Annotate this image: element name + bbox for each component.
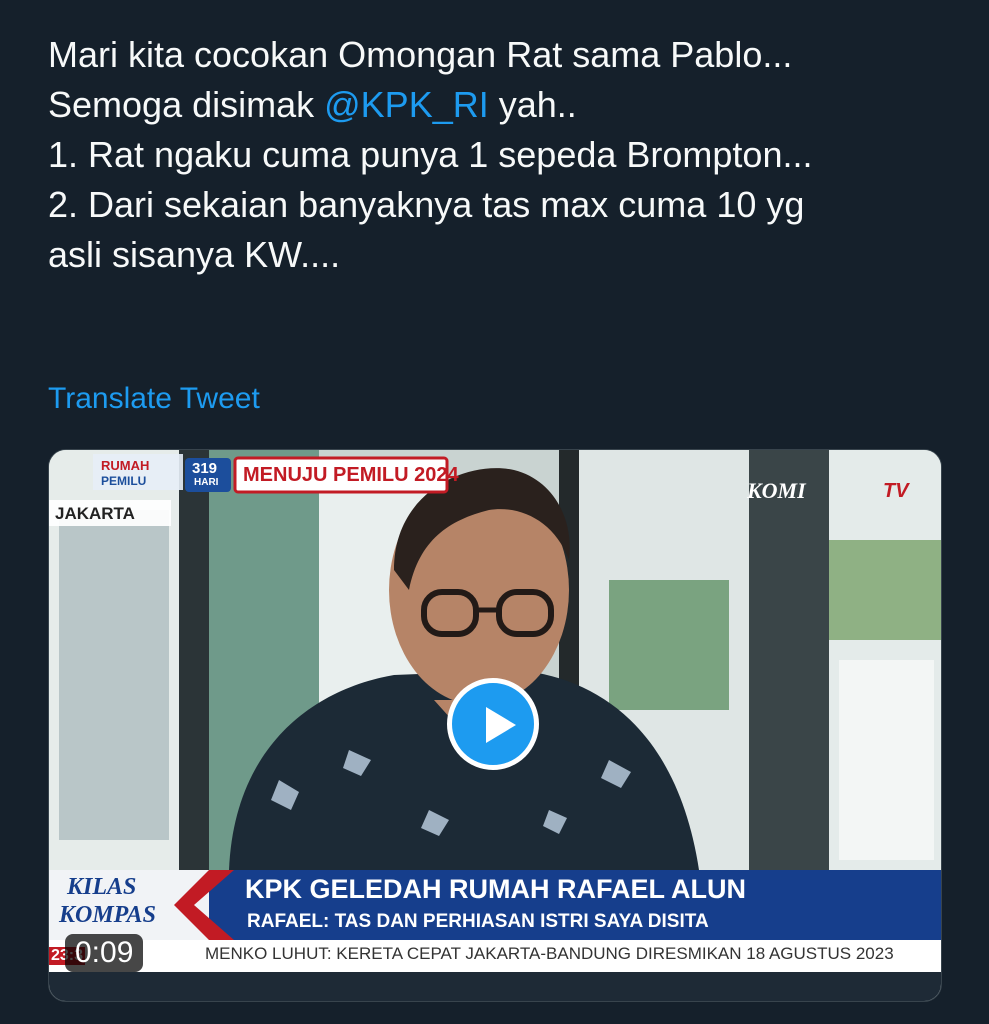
tweet-line: 2. Dari sekaian banyaknya tas max cuma 1… xyxy=(48,184,805,225)
days-count: 319 xyxy=(192,460,218,477)
news-headline: KPK GELEDAH RUMAH RAFAEL ALUN xyxy=(245,874,747,904)
tweet-line: Mari kita cocokan Omongan Rat sama Pablo… xyxy=(48,34,793,75)
video-duration: 0:09 xyxy=(65,934,144,972)
location-tag: JAKARTA xyxy=(55,504,135,523)
tweet-text: Mari kita cocokan Omongan Rat sama Pablo… xyxy=(48,30,968,280)
translate-tweet-link[interactable]: Translate Tweet xyxy=(48,382,260,416)
video-player[interactable]: RUMAH PEMILU 319 HARI MENUJU PEMILU 2024… xyxy=(48,449,942,1002)
segment-label-bottom: KOMPAS xyxy=(59,902,156,928)
days-label: HARI xyxy=(194,477,219,488)
segment-label-top: KILAS xyxy=(67,874,137,900)
play-button[interactable] xyxy=(447,678,539,770)
rumah-pemilu-badge-bottom: PEMILU xyxy=(101,474,147,488)
news-subheadline: RAFAEL: TAS DAN PERHIASAN ISTRI SAYA DIS… xyxy=(247,911,709,932)
news-ticker: MENKO LUHUT: KERETA CEPAT JAKARTA-BANDUN… xyxy=(205,944,894,963)
play-icon xyxy=(486,707,516,743)
tweet-line: 1. Rat ngaku cuma punya 1 sepeda Brompto… xyxy=(48,134,813,175)
rumah-pemilu-badge-top: RUMAH xyxy=(101,458,150,473)
tweet-line: Semoga disimak @KPK_RI yah.. xyxy=(48,84,577,125)
channel-logo-right: TV xyxy=(883,480,909,502)
event-banner: MENUJU PEMILU 2024 xyxy=(243,464,459,486)
tweet-line: asli sisanya KW.... xyxy=(48,234,341,275)
channel-logo-left: KOMI xyxy=(747,478,806,503)
mention-link[interactable]: @KPK_RI xyxy=(324,84,489,125)
